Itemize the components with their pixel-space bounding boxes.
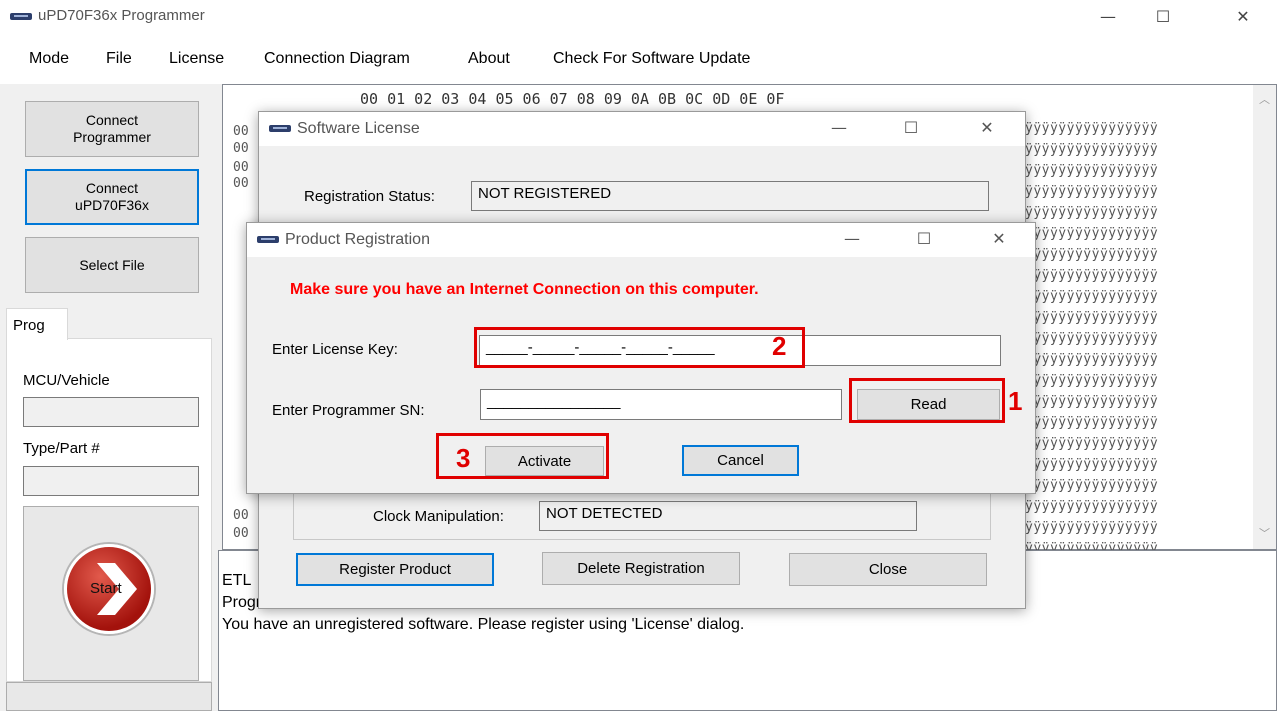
cancel-button[interactable]: Cancel [682, 445, 799, 476]
hex-address: 00 [233, 124, 249, 139]
internet-warning: Make sure you have an Internet Connectio… [290, 281, 759, 298]
hex-ascii-row: ÿÿÿÿÿÿÿÿÿÿÿÿÿÿÿÿ [1025, 415, 1159, 430]
license-minimize-button[interactable]: — [819, 112, 859, 146]
hex-ascii-row: ÿÿÿÿÿÿÿÿÿÿÿÿÿÿÿÿ [1025, 289, 1159, 304]
start-button[interactable]: Start [23, 506, 199, 681]
hex-ascii-row: ÿÿÿÿÿÿÿÿÿÿÿÿÿÿÿÿ [1025, 331, 1159, 346]
license-close-icon[interactable]: ✕ [967, 112, 1007, 146]
log-line-3: You have an unregistered software. Pleas… [222, 616, 745, 633]
menu-bar: Mode File License Connection Diagram Abo… [0, 36, 1277, 84]
app-icon [257, 236, 279, 243]
hex-ascii-row: ÿÿÿÿÿÿÿÿÿÿÿÿÿÿÿÿ [1025, 520, 1159, 535]
annotation-box-license-key [474, 327, 805, 368]
registration-title: Product Registration [285, 231, 430, 248]
mcu-label: MCU/Vehicle [23, 372, 110, 389]
registration-close-icon[interactable]: ✕ [979, 223, 1019, 257]
start-icon: Start [64, 544, 154, 634]
menu-mode[interactable]: Mode [29, 50, 69, 68]
maximize-button[interactable]: ☐ [1140, 0, 1186, 36]
hex-ascii-row: ÿÿÿÿÿÿÿÿÿÿÿÿÿÿÿÿ [1025, 394, 1159, 409]
hex-ascii-row: ÿÿÿÿÿÿÿÿÿÿÿÿÿÿÿÿ [1025, 163, 1159, 178]
clock-manipulation-value: NOT DETECTED [539, 501, 917, 531]
menu-connection-diagram[interactable]: Connection Diagram [264, 50, 410, 68]
title-bar: uPD70F36x Programmer — ☐ ✕ [0, 0, 1277, 36]
hex-ascii-row: ÿÿÿÿÿÿÿÿÿÿÿÿÿÿÿÿ [1025, 478, 1159, 493]
minimize-button[interactable]: — [1085, 0, 1131, 36]
license-title: Software License [297, 120, 420, 137]
registration-status-label: Registration Status: [304, 188, 435, 205]
hex-scrollbar[interactable]: ︿ ﹀ [1253, 85, 1276, 549]
hex-ascii-row: ÿÿÿÿÿÿÿÿÿÿÿÿÿÿÿÿ [1025, 373, 1159, 388]
scroll-up-icon[interactable]: ︿ [1259, 91, 1270, 107]
hex-ascii-row: ÿÿÿÿÿÿÿÿÿÿÿÿÿÿÿÿ [1025, 310, 1159, 325]
hex-ascii-row: ÿÿÿÿÿÿÿÿÿÿÿÿÿÿÿÿ [1025, 205, 1159, 220]
tab-prog[interactable]: Prog [6, 308, 68, 340]
start-label: Start [90, 580, 122, 597]
hex-address: 00 [233, 141, 249, 156]
annotation-number-2: 2 [772, 331, 787, 361]
hex-ascii-row: ÿÿÿÿÿÿÿÿÿÿÿÿÿÿÿÿ [1025, 457, 1159, 472]
hex-ascii-row: ÿÿÿÿÿÿÿÿÿÿÿÿÿÿÿÿ [1025, 352, 1159, 367]
clock-manipulation-label: Clock Manipulation: [373, 508, 504, 525]
connect-chip-button[interactable]: Connect uPD70F36x [25, 169, 199, 225]
menu-license[interactable]: License [169, 50, 224, 68]
app-icon [269, 125, 291, 132]
connect-programmer-button[interactable]: Connect Programmer [25, 101, 199, 157]
hex-ascii-row: ÿÿÿÿÿÿÿÿÿÿÿÿÿÿÿÿ [1025, 499, 1159, 514]
menu-file[interactable]: File [106, 50, 132, 68]
hex-ascii-row: ÿÿÿÿÿÿÿÿÿÿÿÿÿÿÿÿ [1025, 226, 1159, 241]
registration-status-value: NOT REGISTERED [471, 181, 989, 211]
hex-address: 00 [233, 160, 249, 175]
license-maximize-button[interactable]: ☐ [891, 112, 931, 146]
close-button[interactable]: Close [789, 553, 987, 586]
window-title: uPD70F36x Programmer [38, 7, 205, 24]
hex-address: 00 [233, 176, 249, 191]
hex-ascii-row: ÿÿÿÿÿÿÿÿÿÿÿÿÿÿÿÿ [1025, 184, 1159, 199]
type-label: Type/Part # [23, 440, 100, 457]
registration-title-bar: Product Registration — ☐ ✕ [247, 223, 1035, 257]
annotation-number-3: 3 [456, 443, 471, 473]
programmer-sn-label: Enter Programmer SN: [272, 402, 425, 419]
hex-ascii-row: ÿÿÿÿÿÿÿÿÿÿÿÿÿÿÿÿ [1025, 247, 1159, 262]
close-button[interactable]: ✕ [1220, 0, 1266, 36]
status-strip [6, 682, 212, 711]
log-line-1: ETL [222, 572, 252, 589]
hex-address: 00 [233, 526, 249, 541]
registration-maximize-button[interactable]: ☐ [904, 223, 944, 257]
scroll-down-icon[interactable]: ﹀ [1259, 525, 1270, 541]
register-product-button[interactable]: Register Product [296, 553, 494, 586]
menu-about[interactable]: About [468, 50, 510, 68]
hex-ascii-row: ÿÿÿÿÿÿÿÿÿÿÿÿÿÿÿÿ [1025, 142, 1159, 157]
hex-ascii-row: ÿÿÿÿÿÿÿÿÿÿÿÿÿÿÿÿ [1025, 268, 1159, 283]
annotation-number-1: 1 [1008, 386, 1023, 416]
hex-ascii-row: ÿÿÿÿÿÿÿÿÿÿÿÿÿÿÿÿ [1025, 121, 1159, 136]
menu-check-update[interactable]: Check For Software Update [553, 50, 750, 68]
license-title-bar: Software License — ☐ ✕ [259, 112, 1025, 146]
mcu-field [23, 397, 199, 427]
type-field [23, 466, 199, 496]
registration-minimize-button[interactable]: — [832, 223, 872, 257]
hex-ascii-row: ÿÿÿÿÿÿÿÿÿÿÿÿÿÿÿÿ [1025, 436, 1159, 451]
programmer-sn-input[interactable]: ________________ [480, 389, 842, 420]
hex-header: 00 01 02 03 04 05 06 07 08 09 0A 0B 0C 0… [360, 90, 785, 108]
app-icon [10, 13, 32, 20]
select-file-button[interactable]: Select File [25, 237, 199, 293]
hex-address: 00 [233, 508, 249, 523]
license-key-label: Enter License Key: [272, 341, 398, 358]
delete-registration-button[interactable]: Delete Registration [542, 552, 740, 585]
annotation-box-read [849, 378, 1005, 423]
